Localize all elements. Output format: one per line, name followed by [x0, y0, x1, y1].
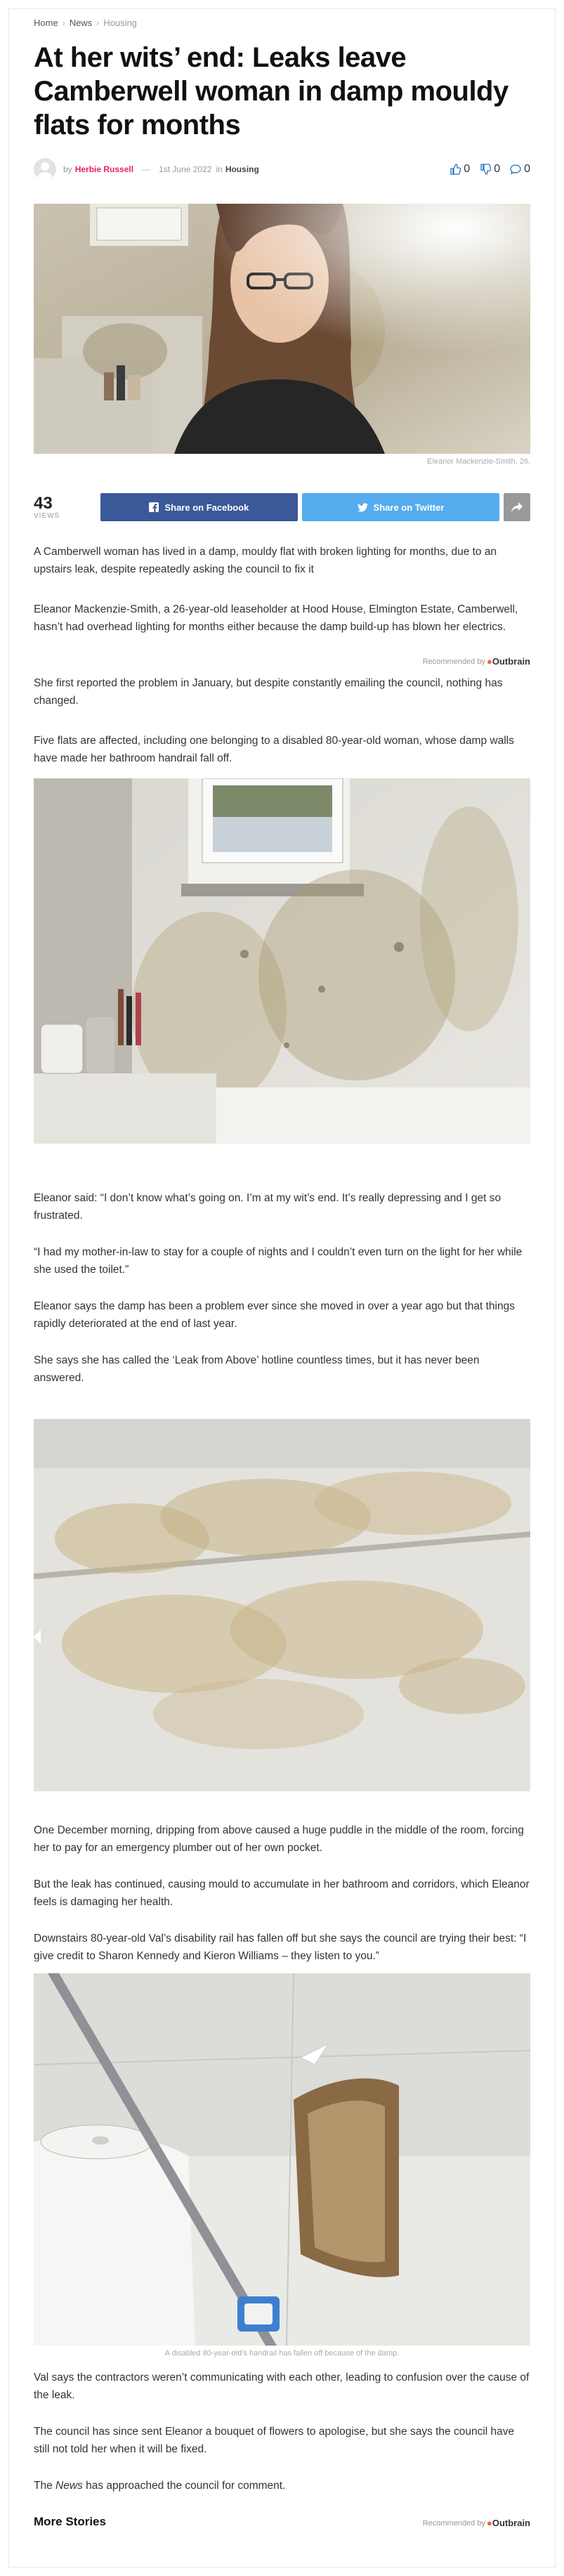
vote-bar: 0 0 0 — [450, 163, 530, 176]
paragraph: Eleanor Mackenzie-Smith, a 26-year-old l… — [34, 603, 518, 633]
hero-caption: Eleanor Mackenzie-Smith, 26. — [427, 457, 530, 466]
outbrain-logo: ●Outbrain — [486, 2518, 530, 2528]
downvote-count: 0 — [494, 163, 501, 175]
paragraph: The council has since sent Eleanor a bou… — [34, 2426, 515, 2455]
share-arrow-icon — [511, 502, 523, 512]
paragraph: Eleanor says the damp has been a problem… — [34, 1300, 515, 1330]
comment-count: 0 — [524, 163, 530, 175]
by-label: by — [63, 164, 72, 174]
handrail-caption: A disabled 80-year-old’s handrail has fa… — [164, 2349, 400, 2358]
article-title: At her wits’ end: Leaks leave Camberwell… — [34, 42, 509, 140]
views-count: 43 — [34, 493, 53, 513]
ceiling-damp-photo — [34, 1419, 530, 1791]
author-avatar[interactable] — [34, 158, 56, 181]
recommended-label: Recommended by — [422, 657, 485, 666]
publish-date: 1st June 2022 — [159, 164, 212, 174]
downvote-button[interactable]: 0 — [480, 163, 500, 176]
last-paragraph-em: News — [55, 2480, 83, 2492]
paragraph: But the leak has continued, causing moul… — [34, 1878, 530, 1908]
breadcrumb-current: Housing — [103, 18, 137, 28]
paragraph: “I had my mother-in-law to stay for a co… — [34, 1246, 523, 1276]
paragraph: Five flats are affected, including one b… — [34, 735, 514, 764]
comments-button[interactable]: 0 — [510, 163, 530, 176]
breadcrumb-home-link[interactable]: Home — [34, 18, 58, 28]
paragraph: She says she has called the ‘Leak from A… — [34, 1354, 480, 1384]
hero-photo-illustration — [34, 204, 530, 454]
handrail-illustration — [34, 1973, 530, 2346]
share-twitter-label: Share on Twitter — [373, 502, 445, 513]
hero-photo — [34, 204, 530, 454]
more-stories-heading: More Stories — [34, 2515, 106, 2528]
share-twitter-button[interactable]: Share on Twitter — [301, 493, 500, 521]
share-facebook-label: Share on Facebook — [164, 502, 249, 513]
breadcrumb-news-link[interactable]: News — [70, 18, 93, 28]
category-link[interactable]: Housing — [225, 164, 259, 174]
outbrain-recommended-footer[interactable]: Recommended by ●Outbrain — [423, 2518, 530, 2528]
facebook-icon — [149, 502, 159, 512]
paragraph: A Camberwell woman has lived in a damp, … — [34, 546, 497, 575]
paragraph: Val says the contractors weren’t communi… — [34, 2372, 530, 2401]
handrail-photo — [34, 1973, 530, 2346]
last-paragraph-suffix: has approached the council for comment. — [82, 2480, 286, 2492]
twitter-icon — [357, 502, 368, 511]
thumbs-down-icon — [480, 164, 492, 175]
thumbs-up-icon — [450, 164, 461, 175]
views-label: VIEWS — [34, 511, 60, 520]
chevron-right-icon: › — [96, 18, 100, 28]
chevron-right-icon: › — [62, 18, 65, 28]
paragraph: Downstairs 80-year-old Val’s disability … — [34, 1933, 527, 1962]
author-link[interactable]: Herbie Russell — [75, 164, 133, 174]
bathroom-wall-photo — [34, 778, 530, 1144]
paragraph-last: The News has approached the council for … — [34, 2477, 530, 2495]
comment-bubble-icon — [510, 164, 521, 175]
ceiling-damp-illustration — [34, 1419, 530, 1791]
article-meta: by Herbie Russell — 1st June 2022 in Hou… — [34, 157, 530, 181]
bathroom-wall-illustration — [34, 778, 530, 1144]
paragraph: One December morning, dripping from abov… — [34, 1824, 524, 1854]
upvote-button[interactable]: 0 — [450, 163, 470, 176]
upvote-count: 0 — [464, 163, 471, 175]
breadcrumb: Home › News › Housing — [34, 18, 137, 28]
share-more-button[interactable] — [504, 493, 531, 521]
paragraph: She first reported the problem in Januar… — [34, 677, 503, 707]
share-bar: 43 VIEWS Share on Facebook Share on Twit… — [34, 492, 531, 523]
outbrain-recommended[interactable]: Recommended by ●Outbrain — [423, 656, 530, 667]
last-paragraph-prefix: The — [34, 2480, 56, 2492]
in-label: in — [216, 164, 223, 174]
views-counter: 43 VIEWS — [34, 495, 75, 520]
share-facebook-button[interactable]: Share on Facebook — [100, 493, 298, 521]
outbrain-logo: ●Outbrain — [486, 656, 530, 667]
meta-separator: — — [142, 164, 151, 174]
recommended-label: Recommended by — [422, 2518, 485, 2528]
paragraph: Eleanor said: “I don’t know what’s going… — [34, 1192, 501, 1222]
